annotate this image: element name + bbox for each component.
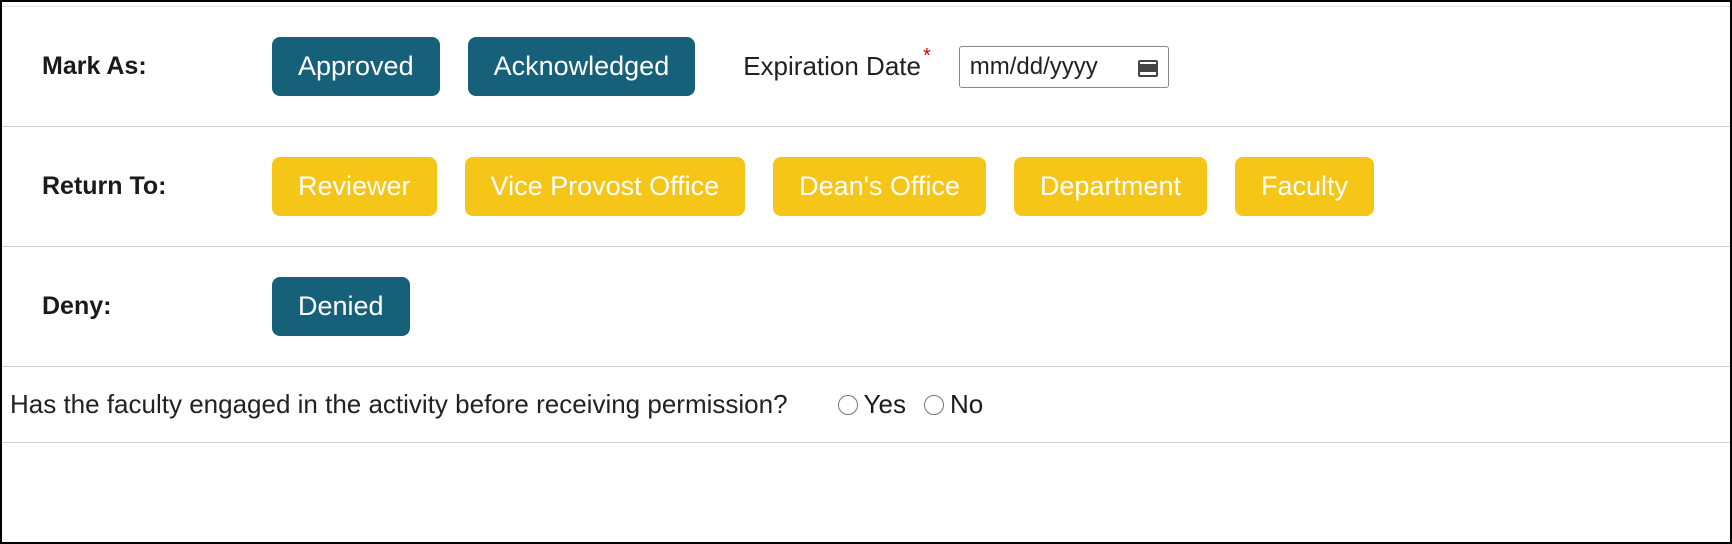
activity-yes-label: Yes bbox=[864, 389, 906, 420]
activity-yes-radio[interactable] bbox=[838, 395, 858, 415]
return-to-label: Return To: bbox=[42, 172, 272, 201]
faculty-button[interactable]: Faculty bbox=[1235, 157, 1374, 216]
deny-row: Deny: Denied bbox=[2, 247, 1730, 367]
department-button[interactable]: Department bbox=[1014, 157, 1207, 216]
expiration-date-input[interactable]: mm/dd/yyyy bbox=[959, 46, 1169, 88]
activity-question-row: Has the faculty engaged in the activity … bbox=[2, 367, 1730, 443]
form-container: Mark As: Approved Acknowledged Expiratio… bbox=[0, 0, 1732, 544]
deny-content: Denied bbox=[272, 277, 410, 336]
activity-no-radio[interactable] bbox=[924, 395, 944, 415]
expiration-date-text: Expiration Date bbox=[743, 51, 921, 81]
activity-radio-group: Yes No bbox=[838, 389, 984, 420]
mark-as-content: Approved Acknowledged Expiration Date* m… bbox=[272, 37, 1169, 96]
mark-as-label: Mark As: bbox=[42, 52, 272, 81]
deans-office-button[interactable]: Dean's Office bbox=[773, 157, 986, 216]
return-to-row: Return To: Reviewer Vice Provost Office … bbox=[2, 127, 1730, 247]
expiration-date-placeholder: mm/dd/yyyy bbox=[970, 53, 1098, 81]
deny-label: Deny: bbox=[42, 292, 272, 321]
return-to-content: Reviewer Vice Provost Office Dean's Offi… bbox=[272, 157, 1374, 216]
vice-provost-office-button[interactable]: Vice Provost Office bbox=[465, 157, 746, 216]
calendar-icon[interactable] bbox=[1138, 57, 1158, 77]
mark-as-row: Mark As: Approved Acknowledged Expiratio… bbox=[2, 6, 1730, 127]
expiration-date-label: Expiration Date* bbox=[743, 51, 931, 82]
approved-button[interactable]: Approved bbox=[272, 37, 440, 96]
acknowledged-button[interactable]: Acknowledged bbox=[468, 37, 696, 96]
required-asterisk: * bbox=[923, 45, 931, 67]
activity-yes-option[interactable]: Yes bbox=[838, 389, 906, 420]
activity-no-label: No bbox=[950, 389, 983, 420]
activity-question-text: Has the faculty engaged in the activity … bbox=[10, 389, 788, 420]
reviewer-button[interactable]: Reviewer bbox=[272, 157, 437, 216]
activity-no-option[interactable]: No bbox=[924, 389, 983, 420]
denied-button[interactable]: Denied bbox=[272, 277, 410, 336]
